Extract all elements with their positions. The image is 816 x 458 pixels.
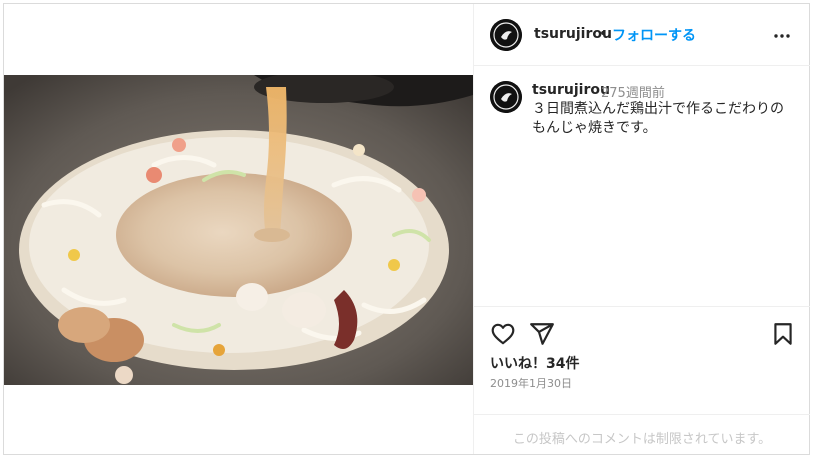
separator-dot: •	[599, 26, 608, 42]
account-logo-icon	[490, 81, 522, 113]
caption-line: ３日間煮込んだ鶏出汁で作るこだわりの	[532, 101, 784, 117]
account-logo-icon	[490, 19, 522, 51]
follow-button[interactable]: フォローする	[612, 25, 696, 45]
avatar[interactable]	[490, 19, 522, 51]
comments-area: この投稿へのコメントは制限されています。	[474, 414, 810, 454]
caption-username[interactable]: tsurujirou	[532, 82, 610, 98]
post-date[interactable]: 2019年1月30日	[490, 375, 572, 391]
likes-number: 34件	[546, 356, 580, 372]
post-header: tsurujirou • フォローする	[474, 4, 810, 66]
caption-line: もんじゃ焼きです。	[532, 120, 657, 136]
post-actions: いいね！34件 2019年1月30日	[474, 306, 810, 414]
post-caption: tsurujirou 275週間前 ３日間煮込んだ鶏出汁で作るこだわりの もんじ…	[474, 66, 810, 306]
post-side-panel: tsurujirou • フォローする tsurujirou 275週間前 ３日…	[473, 4, 810, 454]
caption-avatar[interactable]	[490, 81, 522, 113]
likes-count[interactable]: いいね！34件	[490, 353, 579, 373]
bookmark-icon[interactable]	[770, 321, 796, 347]
caption-text: ３日間煮込んだ鶏出汁で作るこだわりの もんじゃ焼きです。	[532, 100, 792, 138]
post-time-ago[interactable]: 275週間前	[601, 82, 665, 101]
likes-label: いいね！	[490, 356, 546, 372]
heart-icon[interactable]	[490, 321, 516, 347]
comments-disabled-notice: この投稿へのコメントは制限されています。	[512, 432, 772, 447]
monjayaki-photo	[4, 75, 473, 385]
share-icon[interactable]	[529, 321, 555, 347]
more-options-icon[interactable]	[770, 24, 794, 48]
post-image[interactable]	[4, 75, 473, 385]
